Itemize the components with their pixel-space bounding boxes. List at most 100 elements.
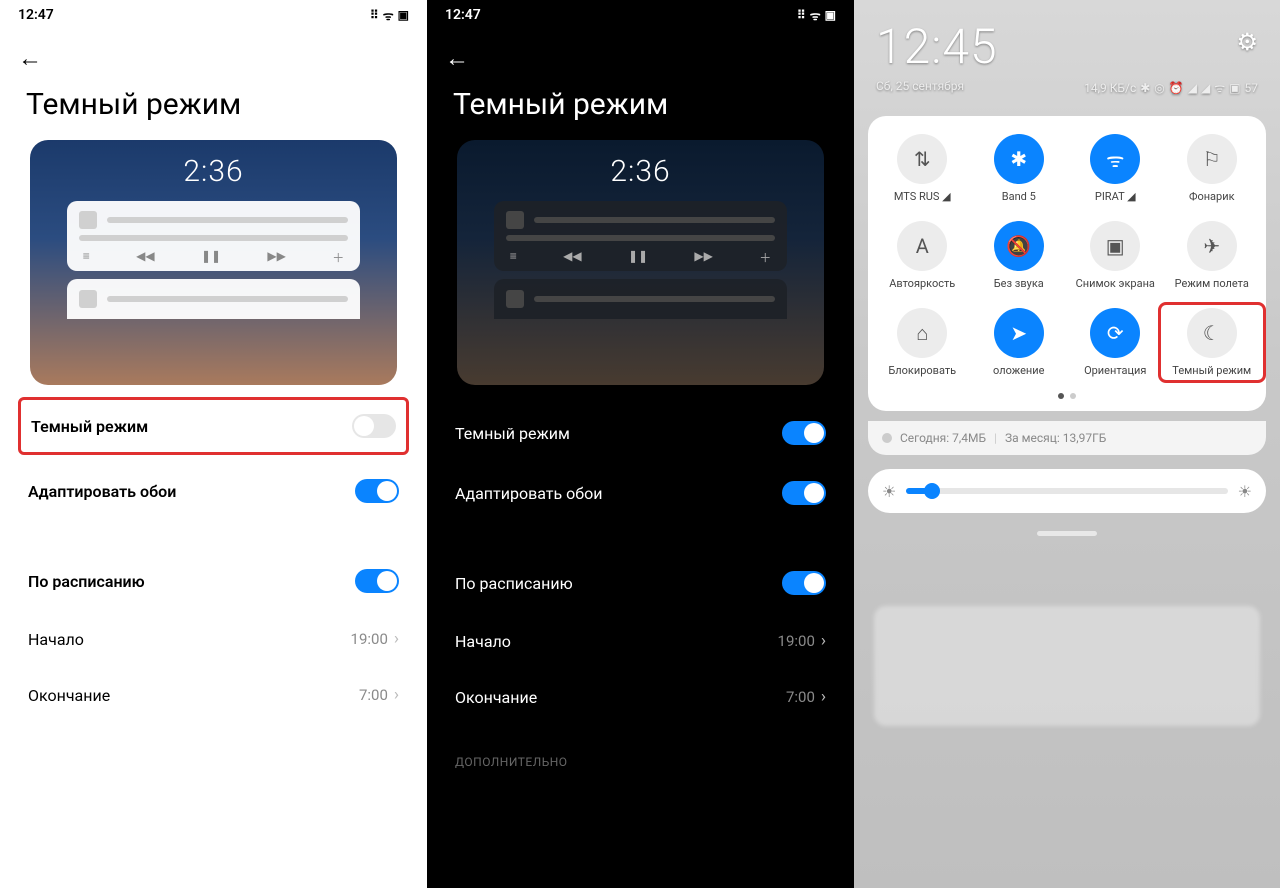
qs-tile-label: PIRAT ◢ <box>1095 190 1136 203</box>
dark-mode-icon[interactable]: ☾ <box>1187 308 1237 358</box>
start-value: 19:00 <box>778 632 815 650</box>
qs-pager[interactable] <box>874 393 1260 399</box>
end-time-row[interactable]: Окончание 7:00 › <box>427 669 854 725</box>
brightness-slider[interactable]: ☀ ☀ <box>868 469 1266 513</box>
chevron-right-icon: › <box>821 687 826 707</box>
adapt-wallpaper-row[interactable]: Адаптировать обои <box>0 461 427 521</box>
tile-icon[interactable]: ⇅ <box>897 134 947 184</box>
adapt-wallpaper-row[interactable]: Адаптировать обои <box>427 463 854 523</box>
qs-tile-label: Автояркость <box>889 277 955 290</box>
signal-icon: ◢ <box>1201 81 1210 95</box>
qs-tile-оложение[interactable]: ➤ оложение <box>971 308 1068 377</box>
adapt-wallpaper-toggle[interactable] <box>782 481 826 505</box>
data-usage-bar[interactable]: Сегодня: 7,4МБ | За месяц: 13,97ГБ <box>868 421 1266 455</box>
end-label: Окончание <box>455 688 537 707</box>
menu-icon: ≡ <box>83 249 90 266</box>
chevron-right-icon: › <box>394 629 399 649</box>
auto-brightness-icon[interactable]: A <box>897 221 947 271</box>
qs-tile-режим-полета[interactable]: ✈Режим полета <box>1164 221 1261 290</box>
qs-tile-label: Ориентация <box>1084 364 1146 377</box>
pause-icon: ❚❚ <box>628 249 648 266</box>
dark-mode-toggle[interactable] <box>782 421 826 445</box>
qs-tile-pirat[interactable]: ᯤ PIRAT ◢ <box>1067 134 1164 203</box>
preview-time: 2:36 <box>494 154 788 189</box>
back-button[interactable]: ← <box>0 30 427 73</box>
qs-tile-band-5[interactable]: ✱Band 5 <box>971 134 1068 203</box>
qs-tile-автояркость[interactable]: A Автояркость <box>874 221 971 290</box>
battery-icon: ▣ <box>825 8 836 22</box>
dnd-icon: ◎ <box>1154 81 1164 95</box>
pager-dot[interactable] <box>1058 393 1064 399</box>
schedule-row[interactable]: По расписанию <box>427 553 854 613</box>
qs-tile-label: Темный режим <box>1172 364 1251 377</box>
qs-topbar: 12:45 ⚙ <box>854 0 1280 79</box>
airplane-icon[interactable]: ✈ <box>1187 221 1237 271</box>
screenshot-light-settings: 12:47 ⠿ ᯤ ▣ ← Темный режим 2:36 ≡ ◀◀ ❚❚ … <box>0 0 427 888</box>
usage-month: За месяц: 13,97ГБ <box>1005 431 1106 445</box>
schedule-toggle[interactable] <box>782 571 826 595</box>
next-icon: ▶▶ <box>694 249 712 266</box>
wifi-icon: ᯤ <box>383 7 394 24</box>
lock-icon[interactable]: ⌂ <box>897 308 947 358</box>
status-bar: 12:47 ⠿ ᯤ ▣ <box>0 0 427 30</box>
prev-icon: ◀◀ <box>136 249 154 266</box>
pager-dot[interactable] <box>1070 393 1076 399</box>
background-blur <box>874 606 1260 726</box>
qs-tile-без-звука[interactable]: 🔕Без звука <box>971 221 1068 290</box>
dark-mode-toggle[interactable] <box>352 414 396 438</box>
start-time-row[interactable]: Начало 19:00 › <box>427 613 854 669</box>
plus-icon: ＋ <box>759 249 771 266</box>
screenshot-dark-settings: 12:47 ⠿ ᯤ ▣ ← Темный режим 2:36 ≡ ◀◀ ❚❚ … <box>427 0 854 888</box>
signal-icon: ⠿ <box>370 8 379 22</box>
signal-icon: ⠿ <box>797 8 806 22</box>
battery-icon: ▣ <box>398 8 409 22</box>
dark-mode-row[interactable]: Темный режим <box>427 403 854 463</box>
adapt-wallpaper-toggle[interactable] <box>355 479 399 503</box>
chevron-right-icon: › <box>821 631 826 651</box>
qs-tile-ориентация[interactable]: ⟳ Ориентация <box>1067 308 1164 377</box>
additional-section-label: ДОПОЛНИТЕЛЬНО <box>427 725 854 775</box>
qs-time: 12:45 <box>876 18 998 75</box>
qs-tile-label: Блокировать <box>888 364 956 377</box>
preview-card: 2:36 ≡ ◀◀ ❚❚ ▶▶ ＋ <box>457 140 824 385</box>
status-icons: ⠿ ᯤ ▣ <box>797 7 836 24</box>
qs-tile-label: Снимок экрана <box>1076 277 1155 290</box>
end-label: Окончание <box>28 686 110 705</box>
mute-icon[interactable]: 🔕 <box>994 221 1044 271</box>
qs-tile-label: оложение <box>993 364 1044 377</box>
back-button[interactable]: ← <box>427 30 854 73</box>
orientation-icon[interactable]: ⟳ <box>1090 308 1140 358</box>
screenshot-icon[interactable]: ▣ <box>1090 221 1140 271</box>
end-time-row[interactable]: Окончание 7:00› <box>0 667 427 723</box>
settings-gear-icon[interactable]: ⚙ <box>1236 28 1258 56</box>
qs-tile-снимок-экрана[interactable]: ▣ Снимок экрана <box>1067 221 1164 290</box>
qs-date: Сб, 25 сентября <box>876 79 964 96</box>
location-icon[interactable]: ➤ <box>994 308 1044 358</box>
menu-icon: ≡ <box>510 249 517 266</box>
page-title: Темный режим <box>427 73 854 140</box>
qs-tile-темный-режим[interactable]: ☾ Темный режим <box>1164 308 1261 377</box>
qs-tile-блокировать[interactable]: ⌂ Блокировать <box>874 308 971 377</box>
pause-icon: ❚❚ <box>201 249 221 266</box>
wifi-icon[interactable]: ᯤ <box>1090 134 1140 184</box>
preview-time: 2:36 <box>67 154 361 189</box>
drag-handle[interactable] <box>1037 531 1097 536</box>
status-icons: ⠿ ᯤ ▣ <box>370 7 409 24</box>
status-bar: 12:47 ⠿ ᯤ ▣ <box>427 0 854 30</box>
schedule-label: По расписанию <box>455 574 573 593</box>
highlighted-row: Темный режим <box>18 397 409 455</box>
preview-notif-card <box>494 279 788 319</box>
flashlight-icon[interactable]: ⚐ <box>1187 134 1237 184</box>
signal-icon: ◢ <box>1188 81 1197 95</box>
schedule-toggle[interactable] <box>355 569 399 593</box>
start-label: Начало <box>455 632 511 651</box>
next-icon: ▶▶ <box>267 249 285 266</box>
end-value: 7:00 <box>786 688 815 706</box>
qs-tile-фонарик[interactable]: ⚐Фонарик <box>1164 134 1261 203</box>
usage-today: Сегодня: 7,4МБ <box>900 431 986 445</box>
start-time-row[interactable]: Начало 19:00› <box>0 611 427 667</box>
qs-tile-mts-rus[interactable]: ⇅MTS RUS ◢ <box>874 134 971 203</box>
schedule-row[interactable]: По расписанию <box>0 551 427 611</box>
bluetooth-icon[interactable]: ✱ <box>994 134 1044 184</box>
dark-mode-label: Темный режим <box>31 417 148 436</box>
